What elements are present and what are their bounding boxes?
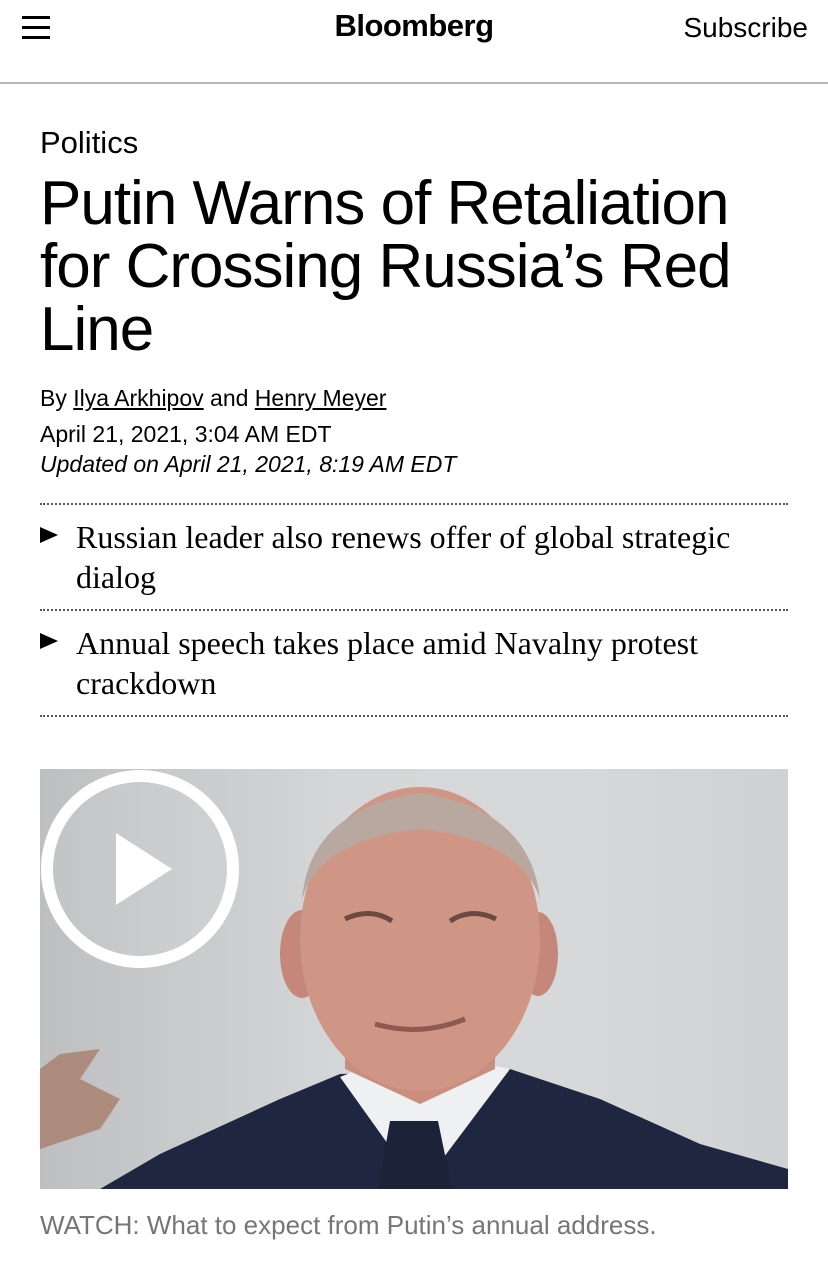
triangle-bullet-icon [40, 633, 58, 649]
section-label[interactable]: Politics [40, 125, 138, 161]
author-link-ilya-arkhipov[interactable]: Ilya Arkhipov [73, 385, 203, 411]
play-icon[interactable] [40, 769, 240, 969]
abstract-text: Russian leader also renews offer of glob… [76, 519, 731, 595]
article-headline: Putin Warns of Retaliation for Crossing … [40, 169, 732, 364]
byline: By Ilya Arkhipov and Henry Meyer [40, 385, 386, 412]
author-link-henry-meyer[interactable]: Henry Meyer [255, 385, 387, 411]
article-abstract: Russian leader also renews offer of glob… [40, 503, 788, 717]
top-navigation-bar: Bloomberg Subscribe [0, 0, 828, 84]
updated-timestamp: April 21, 2021, 8:19 AM EDT [164, 451, 457, 477]
video-caption: WATCH: What to expect from Putin’s annua… [40, 1210, 657, 1240]
updated-prefix: Updated on [40, 451, 159, 477]
video-player[interactable] [40, 769, 788, 1189]
byline-prefix: By [40, 385, 67, 411]
byline-joiner: and [210, 385, 249, 411]
abstract-item: Annual speech takes place amid Navalny p… [40, 611, 788, 717]
triangle-bullet-icon [40, 527, 58, 543]
published-date: April 21, 2021, 3:04 AM EDT [40, 421, 332, 447]
updated-date: Updated on April 21, 2021, 8:19 AM EDT [40, 451, 456, 478]
subscribe-link[interactable]: Subscribe [683, 12, 808, 44]
abstract-text: Annual speech takes place amid Navalny p… [76, 625, 698, 701]
abstract-item: Russian leader also renews offer of glob… [40, 505, 788, 611]
